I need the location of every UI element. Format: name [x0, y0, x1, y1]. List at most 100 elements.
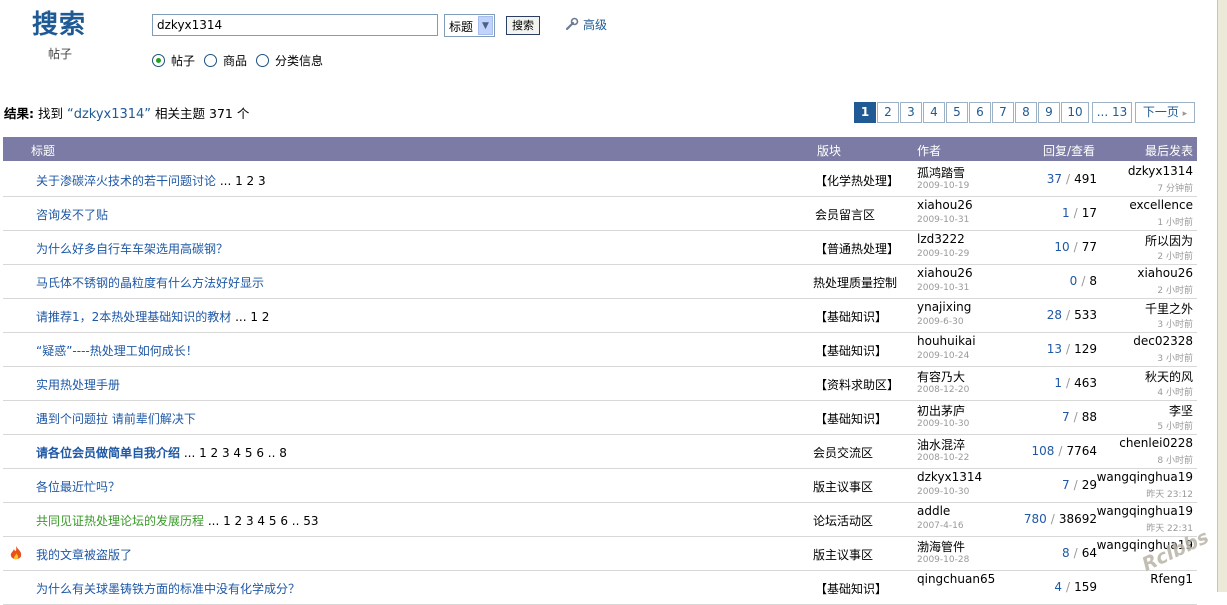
- thread-title-link[interactable]: 各位最近忙吗？: [36, 478, 120, 495]
- author-date: 2009-10-31: [917, 215, 970, 225]
- reply-view-count: 1/463: [1054, 376, 1097, 390]
- forum-link[interactable]: 【基础知识】: [815, 342, 887, 359]
- forum-link[interactable]: 会员留言区: [815, 206, 875, 223]
- table-row: 请各位会员做简单自我介绍 ... 1 2 3 4 5 6 .. 8 会员交流区 油水…: [3, 434, 1197, 469]
- author-link[interactable]: 有容乃大: [917, 368, 965, 385]
- forum-link[interactable]: 会员交流区: [813, 444, 873, 461]
- author-link[interactable]: 初出茅庐: [917, 402, 965, 419]
- author-link[interactable]: qingchuan65: [917, 572, 995, 586]
- author-date: 2008-12-20: [917, 385, 970, 395]
- forum-link[interactable]: 版主议事区: [813, 546, 873, 563]
- author-link[interactable]: xiahou26: [917, 266, 973, 280]
- author-link[interactable]: ynajixing: [917, 300, 971, 314]
- thread-title-link[interactable]: 我的文章被盗版了: [36, 546, 132, 563]
- last-poster-link[interactable]: Rfeng1: [1150, 572, 1193, 586]
- last-poster-link[interactable]: chenlei0228: [1119, 436, 1193, 450]
- forum-link[interactable]: 热处理质量控制: [813, 274, 897, 291]
- forum-link[interactable]: 版主议事区: [813, 478, 873, 495]
- forum-link[interactable]: 【化学热处理】: [815, 172, 899, 189]
- thread-title-link[interactable]: 马氏体不锈钢的晶粒度有什么方法好好显示: [36, 274, 264, 291]
- thread-title-link[interactable]: 为什么好多自行车车架选用高碳钢？: [36, 240, 228, 257]
- col-author: 作者: [917, 144, 942, 158]
- col-last-post: 最后发表: [1144, 144, 1193, 158]
- reply-view-count: 108/7764: [1031, 444, 1098, 458]
- page-link[interactable]: 4: [923, 102, 945, 123]
- next-page-button[interactable]: 下一页 ▸: [1135, 102, 1195, 123]
- table-row: 马氏体不锈钢的晶粒度有什么方法好好显示 热处理质量控制 xiahou26 2009-1…: [3, 264, 1197, 299]
- page-link[interactable]: 5: [946, 102, 968, 123]
- forum-link[interactable]: 【普通热处理】: [815, 240, 899, 257]
- author-link[interactable]: houhuikai: [917, 334, 976, 348]
- radio-checked-icon[interactable]: [152, 54, 165, 67]
- last-poster-link[interactable]: excellence: [1129, 198, 1193, 212]
- thread-title-link[interactable]: 实用热处理手册: [36, 376, 120, 393]
- col-forum: 版块: [817, 144, 842, 158]
- last-poster-link[interactable]: 李坚: [1169, 402, 1193, 419]
- thread-title-link[interactable]: 咨询发不了贴: [36, 206, 108, 223]
- page-link[interactable]: 2: [877, 102, 899, 123]
- forum-link[interactable]: 【基础知识】: [815, 308, 887, 325]
- col-replies-views: 回复/查看: [1043, 144, 1096, 158]
- reply-view-count: 7/88: [1062, 410, 1097, 424]
- author-date: 2009-10-19: [917, 181, 970, 191]
- table-row: “疑惑”----热处理工如何成长！ 【基础知识】 houhuikai 2009-10-…: [3, 332, 1197, 367]
- reply-view-count: 1/17: [1062, 206, 1097, 220]
- last-poster-link[interactable]: 所以因为: [1145, 232, 1193, 249]
- last-poster-link[interactable]: 秋天的风: [1145, 368, 1193, 385]
- forum-link[interactable]: 【基础知识】: [815, 580, 887, 597]
- author-link[interactable]: addle: [917, 504, 950, 518]
- thread-title-link[interactable]: 为什么有关球墨铸铁方面的标准中没有化学成分？: [36, 580, 300, 597]
- forum-link[interactable]: 【基础知识】: [815, 410, 887, 427]
- author-link[interactable]: xiahou26: [917, 198, 973, 212]
- radio-icon[interactable]: [204, 54, 217, 67]
- last-poster-link[interactable]: wangqinghua19: [1097, 504, 1193, 518]
- last-poster-link[interactable]: wangqinghua19: [1097, 470, 1193, 484]
- scope-option-goods[interactable]: 商品: [204, 52, 247, 69]
- author-date: 2009-10-24: [917, 351, 970, 361]
- forum-link[interactable]: 论坛活动区: [813, 512, 873, 529]
- hot-topic-icon: [9, 545, 23, 564]
- scope-option-classified[interactable]: 分类信息: [256, 52, 323, 69]
- thread-pages: ... 1 2 3 4 5 6 .. 53: [204, 514, 319, 528]
- thread-title-link[interactable]: “疑惑”----热处理工如何成长！: [36, 342, 198, 359]
- author-link[interactable]: lzd3222: [917, 232, 965, 246]
- thread-title-link[interactable]: 关于渗碳淬火技术的若干问题讨论 ... 1 2 3: [36, 172, 266, 189]
- reply-view-count: 780/38692: [1023, 512, 1097, 526]
- page-link[interactable]: 6: [969, 102, 991, 123]
- last-poster-link[interactable]: 千里之外: [1145, 300, 1193, 317]
- last-poster-link[interactable]: xiahou26: [1137, 266, 1193, 280]
- author-link[interactable]: dzkyx1314: [917, 470, 982, 484]
- page-link[interactable]: 8: [1015, 102, 1037, 123]
- page-link[interactable]: 10: [1061, 102, 1089, 123]
- author-link[interactable]: 孤鸿踏雪: [917, 164, 965, 181]
- search-field-select[interactable]: 标题 ▼: [444, 14, 495, 37]
- thread-pages: ... 1 2: [231, 310, 270, 324]
- advanced-search-link[interactable]: 高级: [565, 16, 607, 33]
- thread-title-link[interactable]: 请各位会员做简单自我介绍 ... 1 2 3 4 5 6 .. 8: [36, 444, 287, 461]
- thread-title-link[interactable]: 共同见证热处理论坛的发展历程 ... 1 2 3 4 5 6 .. 53: [36, 512, 319, 529]
- table-row: 为什么有关球墨铸铁方面的标准中没有化学成分？ 【基础知识】 qingchuan65 4…: [3, 570, 1197, 605]
- last-post-time: 1 小时前: [1157, 218, 1193, 228]
- search-input[interactable]: [152, 14, 438, 36]
- author-date: 2009-10-30: [917, 487, 970, 497]
- page-link[interactable]: 9: [1038, 102, 1060, 123]
- page-link-last[interactable]: ... 13: [1092, 102, 1132, 123]
- thread-title-link[interactable]: 遇到个问题拉 请前辈们解决下: [36, 410, 196, 427]
- author-link[interactable]: 油水混淬: [917, 436, 965, 453]
- table-row: 实用热处理手册 【资料求助区】 有容乃大 2008-12-20 1/463 秋天的风 4 小…: [3, 366, 1197, 401]
- result-summary: 结果: 找到 “dzkyx1314” 相关主题 371 个: [4, 106, 250, 122]
- reply-view-count: 37/491: [1046, 172, 1097, 186]
- chevron-down-icon[interactable]: ▼: [478, 16, 493, 35]
- author-link[interactable]: 渤海管件: [917, 538, 965, 555]
- search-button[interactable]: 搜索: [506, 16, 540, 35]
- page-link[interactable]: 3: [900, 102, 922, 123]
- thread-title-link[interactable]: 请推荐1，2本热处理基础知识的教材 ... 1 2: [36, 308, 269, 325]
- scope-option-posts[interactable]: 帖子: [152, 52, 195, 69]
- search-title: 搜索: [32, 10, 87, 40]
- last-poster-link[interactable]: dec02328: [1133, 334, 1193, 348]
- last-poster-link[interactable]: dzkyx1314: [1128, 164, 1193, 178]
- vertical-scrollbar[interactable]: [1217, 0, 1227, 592]
- forum-link[interactable]: 【资料求助区】: [815, 376, 899, 393]
- page-link[interactable]: 7: [992, 102, 1014, 123]
- radio-icon[interactable]: [256, 54, 269, 67]
